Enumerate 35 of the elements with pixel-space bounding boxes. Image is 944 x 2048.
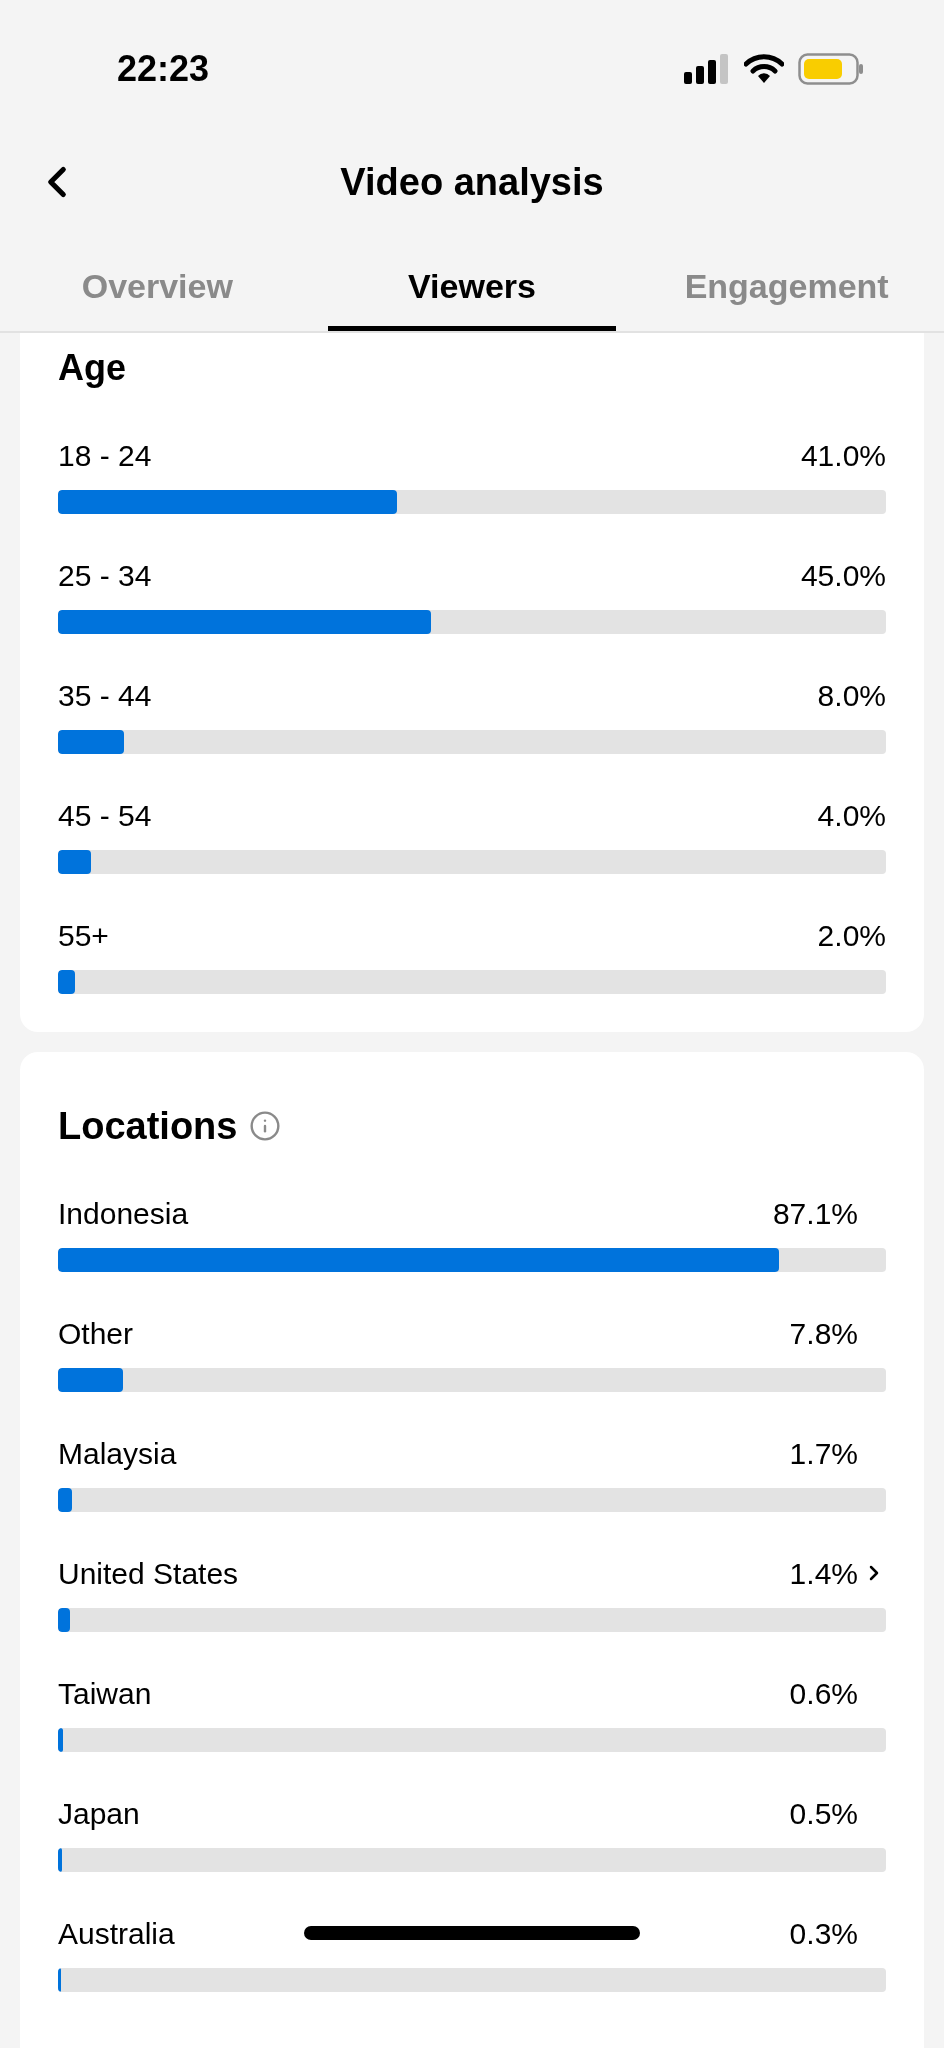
percentage: 45.0%: [800, 557, 886, 594]
page-title: Video analysis: [340, 160, 604, 205]
percentage: 0.5%: [789, 1795, 858, 1832]
tab[interactable]: Engagement: [629, 240, 944, 331]
country-name: Australia: [58, 1915, 175, 1952]
percentage: 8.0%: [817, 677, 886, 714]
percentage: 1.4%: [789, 1555, 858, 1592]
age-range: 18 - 24: [58, 437, 152, 474]
percentage: 7.8%: [789, 1315, 858, 1352]
percentage: 87.1%: [772, 1195, 858, 1232]
percentage: 4.0%: [817, 797, 886, 834]
percentage: 1.7%: [789, 1435, 858, 1472]
age-range: 35 - 44: [58, 677, 152, 714]
country-name: Indonesia: [58, 1195, 189, 1232]
country-name: United States: [58, 1555, 239, 1592]
percentage: 2.0%: [817, 917, 886, 954]
tab[interactable]: Viewers: [314, 240, 630, 331]
battery-icon: [798, 52, 864, 85]
info-icon[interactable]: [249, 1110, 282, 1142]
section-title: Age: [58, 346, 127, 390]
percentage: 0.3%: [789, 1915, 858, 1952]
age-range: 55+: [58, 917, 109, 954]
signal-icon: [684, 53, 730, 84]
wifi-icon: [744, 53, 784, 84]
percentage: 41.0%: [800, 437, 886, 474]
tab[interactable]: Overview: [0, 240, 315, 331]
age-range: 25 - 34: [58, 557, 152, 594]
country-name: Other: [58, 1315, 134, 1352]
country-name: Malaysia: [58, 1435, 177, 1472]
age-range: 45 - 54: [58, 797, 152, 834]
country-name: Taiwan: [58, 1675, 152, 1712]
section-title: Locations: [58, 1103, 238, 1149]
percentage: 0.6%: [789, 1675, 858, 1712]
country-name: Japan: [58, 1795, 140, 1832]
status-time: 22:23: [117, 46, 210, 91]
